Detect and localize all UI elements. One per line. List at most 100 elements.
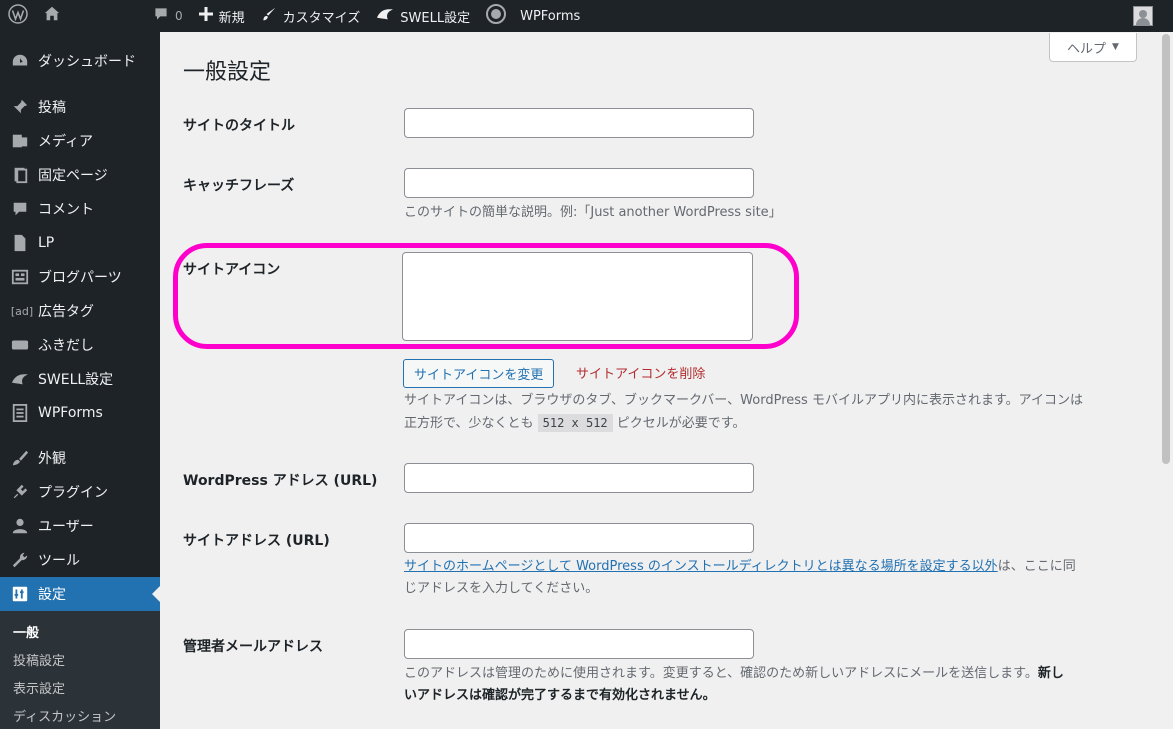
wpforms-label: WPForms <box>520 8 581 24</box>
menu-appearance[interactable]: 外観 <box>0 441 160 475</box>
menu-media[interactable]: メディア <box>0 124 160 158</box>
help-button[interactable]: ヘルプ ▼ <box>1049 33 1137 62</box>
page-title: 一般設定 <box>183 60 272 85</box>
admin-sidebar: ダッシュボード 投稿 メディア 固定ページ コメント LP ブログパーツ [ad… <box>0 32 160 729</box>
submenu-reading[interactable]: 表示設定 <box>0 673 160 701</box>
site-name-menu[interactable] <box>35 0 145 32</box>
menu-label: 設定 <box>38 587 66 603</box>
site-address-desc-line1: サイトのホームページとして WordPress のインストールディレクトリとは異… <box>404 556 1134 578</box>
desc-bold: いアドレスは確認が完了するまで有効化されません。 <box>404 688 716 703</box>
home-icon <box>43 5 61 27</box>
swell-icon <box>10 369 30 389</box>
menu-fukidashi[interactable]: ふきだし <box>0 328 160 362</box>
size-code: 512 x 512 <box>537 414 613 432</box>
site-icon-desc-line1: サイトアイコンは、ブラウザのタブ、ブックマークバー、WordPress モバイル… <box>404 393 1083 408</box>
page-scrollbar[interactable] <box>1158 32 1173 729</box>
desc-text: 正方形で、少なくとも <box>404 416 534 431</box>
swell-wave-icon <box>376 6 394 26</box>
menu-lp[interactable]: LP <box>0 226 160 260</box>
menu-label: ダッシュボード <box>38 54 136 70</box>
wp-address-input[interactable] <box>404 463 754 493</box>
site-address-label: サイトアドレス (URL) <box>183 533 330 549</box>
wpforms-icon <box>486 4 507 28</box>
site-icon-desc-line2: 正方形で、少なくとも 512 x 512 ピクセルが必要です。 <box>404 412 1134 435</box>
site-address-help-link[interactable]: サイトのホームページとして WordPress のインストールディレクトリとは異… <box>404 559 998 574</box>
paintbrush-icon <box>261 6 277 26</box>
menu-users[interactable]: ユーザー <box>0 509 160 543</box>
site-address-desc-line2: じアドレスを入力してください。 <box>404 581 599 596</box>
menu-wpforms[interactable]: WPForms <box>0 396 160 430</box>
site-title-label: サイトのタイトル <box>183 118 295 134</box>
admin-email-desc-line2: いアドレスは確認が完了するまで有効化されません。 <box>404 685 1134 707</box>
user-icon <box>10 516 30 536</box>
admin-email-desc-line1: このアドレスは管理のために使用されます。変更すると、確認のため新しいアドレスにメ… <box>404 663 1134 685</box>
dashboard-icon <box>10 51 30 71</box>
admin-bar: 0 新規 カスタマイズ SWELL設定 WPForms <box>0 0 1173 32</box>
comment-bubble-icon <box>153 6 169 26</box>
customize-menu[interactable]: カスタマイズ <box>253 0 369 32</box>
site-icon-description: サイトアイコンは、ブラウザのタブ、ブックマークバー、WordPress モバイル… <box>404 390 1134 435</box>
menu-label: ツール <box>38 553 80 569</box>
site-address-description: サイトのホームページとして WordPress のインストールディレクトリとは異… <box>404 556 1134 600</box>
menu-label: 投稿 <box>38 100 66 116</box>
highlight-annotation <box>173 243 799 349</box>
admin-email-description: このアドレスは管理のために使用されます。変更すると、確認のため新しいアドレスにメ… <box>404 663 1134 707</box>
document-icon <box>10 233 30 253</box>
submenu-general[interactable]: 一般 <box>0 617 160 645</box>
menu-label: ふきだし <box>38 338 94 354</box>
menu-blog-parts[interactable]: ブログパーツ <box>0 260 160 294</box>
menu-settings[interactable]: 設定 <box>0 577 160 611</box>
submenu-writing[interactable]: 投稿設定 <box>0 645 160 673</box>
comment-icon <box>10 199 30 219</box>
menu-plugins[interactable]: プラグイン <box>0 475 160 509</box>
settings-icon <box>10 584 30 604</box>
menu-pages[interactable]: 固定ページ <box>0 158 160 192</box>
site-address-input[interactable] <box>404 523 754 553</box>
menu-label: WPForms <box>38 405 103 421</box>
menu-comments[interactable]: コメント <box>0 192 160 226</box>
desc-text: ピクセルが必要です。 <box>616 416 746 431</box>
new-label: 新規 <box>218 10 245 26</box>
desc-text: このアドレスは管理のために使用されます。変更すると、確認のため新しいアドレスにメ… <box>404 666 1038 681</box>
grid-icon <box>10 267 30 287</box>
menu-posts[interactable]: 投稿 <box>0 90 160 124</box>
scrollbar-thumb[interactable] <box>1162 34 1170 464</box>
speech-bubble-icon <box>10 335 30 355</box>
wpforms-menu[interactable]: WPForms <box>478 0 588 32</box>
menu-dashboard[interactable]: ダッシュボード <box>0 44 160 78</box>
help-label: ヘルプ <box>1067 41 1107 57</box>
site-title-input[interactable] <box>404 108 754 138</box>
tagline-label: キャッチフレーズ <box>183 178 295 194</box>
menu-label: SWELL設定 <box>38 372 114 388</box>
settings-submenu: 一般 投稿設定 表示設定 ディスカッション <box>0 611 160 729</box>
menu-ad-tags[interactable]: [ad] 広告タグ <box>0 294 160 328</box>
menu-tools[interactable]: ツール <box>0 543 160 577</box>
tagline-description: このサイトの簡単な説明。例:「Just another WordPress si… <box>404 205 782 220</box>
plugin-icon <box>10 482 30 502</box>
comments-menu[interactable]: 0 <box>145 0 191 32</box>
media-icon <box>10 131 30 151</box>
menu-label: コメント <box>38 202 94 218</box>
swell-settings-menu[interactable]: SWELL設定 <box>368 0 478 32</box>
menu-swell-settings[interactable]: SWELL設定 <box>0 362 160 396</box>
menu-label: メディア <box>38 134 94 150</box>
page-icon <box>10 165 30 185</box>
menu-label: プラグイン <box>38 485 108 501</box>
remove-site-icon-link[interactable]: サイトアイコンを削除 <box>576 363 705 382</box>
tagline-input[interactable] <box>404 168 754 198</box>
new-content-menu[interactable]: 新規 <box>191 0 253 32</box>
wrench-icon <box>10 550 30 570</box>
admin-email-input[interactable] <box>404 629 754 659</box>
user-avatar[interactable] <box>1133 6 1153 26</box>
menu-label: 固定ページ <box>38 168 108 184</box>
admin-email-label: 管理者メールアドレス <box>183 639 323 655</box>
submenu-discussion[interactable]: ディスカッション <box>0 701 160 729</box>
wordpress-logo-icon <box>8 4 28 28</box>
change-site-icon-button[interactable]: サイトアイコンを変更 <box>403 359 555 388</box>
brush-icon <box>10 448 30 468</box>
main-content: ヘルプ ▼ 一般設定 サイトのタイトル キャッチフレーズ このサイトの簡単な説明… <box>160 32 1158 729</box>
menu-label: 外観 <box>38 451 66 467</box>
menu-label: ブログパーツ <box>38 270 122 286</box>
desc-text: は、ここに同 <box>997 559 1076 574</box>
wp-logo-menu[interactable] <box>0 0 35 32</box>
